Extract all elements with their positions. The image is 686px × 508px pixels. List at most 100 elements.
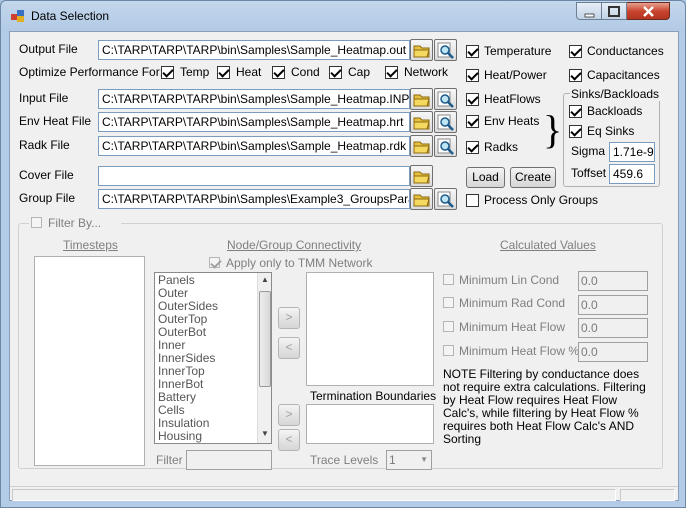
env-heat-file-view-button[interactable]: [434, 111, 457, 133]
add-node-button[interactable]: >: [278, 307, 300, 329]
calculated-values-header: Calculated Values: [500, 238, 596, 252]
input-file-browse-button[interactable]: [410, 88, 433, 110]
min-heat-flow-pct-checkbox[interactable]: [443, 345, 454, 356]
termination-list[interactable]: [306, 404, 434, 444]
input-file-view-button[interactable]: [434, 88, 457, 110]
radk-file-view-button[interactable]: [434, 135, 457, 157]
conductances-label: Conductances: [587, 44, 664, 58]
output-file-field[interactable]: C:\TARP\TARP\TARP\bin\Samples\Sample_Hea…: [98, 40, 410, 60]
input-file-label: Input File: [19, 91, 69, 105]
optimize-cond-checkbox[interactable]: [272, 66, 285, 79]
selected-nodes-list[interactable]: [306, 272, 434, 386]
cover-file-browse-button[interactable]: [410, 165, 433, 187]
backloads-checkbox[interactable]: [569, 105, 582, 118]
scroll-thumb[interactable]: [259, 291, 271, 387]
output-file-browse-button[interactable]: [410, 39, 433, 61]
brace-glyph: }: [543, 107, 563, 152]
cover-file-field[interactable]: [98, 166, 410, 186]
filter-text-label: Filter: [156, 453, 183, 467]
sigma-field[interactable]: 1.71e-9: [609, 142, 655, 162]
remove-termination-button[interactable]: <: [278, 429, 300, 451]
min-lin-cond-field[interactable]: 0.0: [578, 271, 648, 291]
min-heat-flow-field[interactable]: 0.0: [578, 318, 648, 338]
min-heat-flow-checkbox[interactable]: [443, 321, 454, 332]
optimize-heat-label: Heat: [236, 65, 262, 79]
filter-note: NOTE Filtering by conductance does not r…: [443, 367, 646, 446]
radk-file-browse-button[interactable]: [410, 135, 433, 157]
window-controls: [576, 2, 680, 20]
heatflows-checkbox[interactable]: [466, 93, 479, 106]
minimize-button[interactable]: [576, 2, 602, 20]
toffset-field[interactable]: 459.6: [609, 164, 655, 184]
optimize-network-checkbox[interactable]: [385, 66, 398, 79]
optimize-temp-checkbox[interactable]: [161, 66, 174, 79]
group-list-item[interactable]: Housing: [158, 430, 218, 443]
eq-sinks-label: Eq Sinks: [587, 124, 635, 138]
temperature-checkbox[interactable]: [466, 45, 479, 58]
timesteps-list[interactable]: [34, 256, 145, 466]
apply-tmm-checkbox[interactable]: [209, 257, 220, 268]
env-heat-file-browse-button[interactable]: [410, 111, 433, 133]
status-bar: [10, 486, 678, 502]
create-button[interactable]: Create: [510, 167, 556, 188]
trace-levels-value: 1: [389, 453, 396, 467]
magnifier-icon: [437, 138, 454, 155]
min-heat-flow-pct-field[interactable]: 0.0: [578, 342, 648, 362]
remove-node-button[interactable]: <: [278, 337, 300, 359]
group-file-field[interactable]: C:\TARP\TARP\TARP\bin\Samples\Example3_G…: [98, 189, 410, 209]
load-button[interactable]: Load: [466, 167, 505, 188]
close-button[interactable]: [627, 2, 670, 20]
app-icon: [11, 10, 25, 22]
min-lin-cond-label: Minimum Lin Cond: [459, 273, 560, 287]
status-panel-main: [12, 489, 616, 501]
client-area: Output File C:\TARP\TARP\TARP\bin\Sample…: [9, 31, 679, 501]
optimize-heat-checkbox[interactable]: [217, 66, 230, 79]
optimize-cap-label: Cap: [348, 65, 371, 79]
min-heat-flow-pct-label: Minimum Heat Flow %: [459, 344, 580, 358]
group-file-view-button[interactable]: [434, 188, 457, 210]
status-panel-secondary: [620, 489, 675, 501]
input-file-field[interactable]: C:\TARP\TARP\TARP\bin\Samples\Sample_Hea…: [98, 89, 410, 109]
min-lin-cond-checkbox[interactable]: [443, 274, 454, 285]
termination-label: Termination Boundaries: [310, 389, 437, 403]
conductances-checkbox[interactable]: [569, 45, 582, 58]
scroll-up-arrow-icon[interactable]: ▲: [259, 275, 271, 287]
magnifier-icon: [437, 42, 454, 59]
radks-checkbox[interactable]: [466, 141, 479, 154]
toffset-label: Toffset: [571, 166, 607, 180]
groups-scrollbar[interactable]: ▲ ▼: [257, 273, 271, 443]
radk-file-field[interactable]: C:\TARP\TARP\TARP\bin\Samples\Sample_Hea…: [98, 136, 410, 156]
maximize-button[interactable]: [602, 2, 627, 20]
add-termination-button[interactable]: >: [278, 404, 300, 426]
trace-levels-select[interactable]: 1 ▼: [386, 450, 432, 470]
temperature-label: Temperature: [484, 44, 552, 58]
optimize-temp-label: Temp: [180, 65, 210, 79]
apply-tmm-label: Apply only to TMM Network: [226, 256, 373, 270]
capacitances-label: Capacitances: [587, 68, 660, 82]
window-title: Data Selection: [31, 9, 110, 23]
group-file-browse-button[interactable]: [410, 188, 433, 210]
backloads-label: Backloads: [587, 104, 643, 118]
folder-icon: [413, 117, 430, 130]
env-heat-file-label: Env Heat File: [19, 114, 92, 128]
eq-sinks-checkbox[interactable]: [569, 125, 582, 138]
env-heats-checkbox[interactable]: [466, 115, 479, 128]
dropdown-arrow-icon: ▼: [420, 455, 428, 464]
data-selection-window: Data Selection Output File C:\TARP\TARP\…: [0, 0, 686, 508]
min-rad-cond-checkbox[interactable]: [443, 297, 454, 308]
groups-list[interactable]: Panels Outer OuterSides OuterTop OuterBot Inn…: [154, 272, 272, 444]
sigma-label: Sigma: [571, 144, 606, 158]
heat-power-checkbox[interactable]: [466, 69, 479, 82]
optimize-network-label: Network: [404, 65, 449, 79]
process-only-groups-checkbox[interactable]: [466, 194, 479, 207]
optimize-cap-checkbox[interactable]: [329, 66, 342, 79]
env-heat-file-field[interactable]: C:\TARP\TARP\TARP\bin\Samples\Sample_Hea…: [98, 112, 410, 132]
scroll-down-arrow-icon[interactable]: ▼: [259, 429, 271, 441]
folder-icon: [413, 171, 430, 184]
min-rad-cond-field[interactable]: 0.0: [578, 295, 648, 315]
filter-by-checkbox[interactable]: [31, 217, 42, 228]
filter-text-field[interactable]: [186, 450, 272, 470]
output-file-view-button[interactable]: [434, 39, 457, 61]
groups-list-items: Panels Outer OuterSides OuterTop OuterBot Inn…: [158, 274, 218, 443]
capacitances-checkbox[interactable]: [569, 69, 582, 82]
